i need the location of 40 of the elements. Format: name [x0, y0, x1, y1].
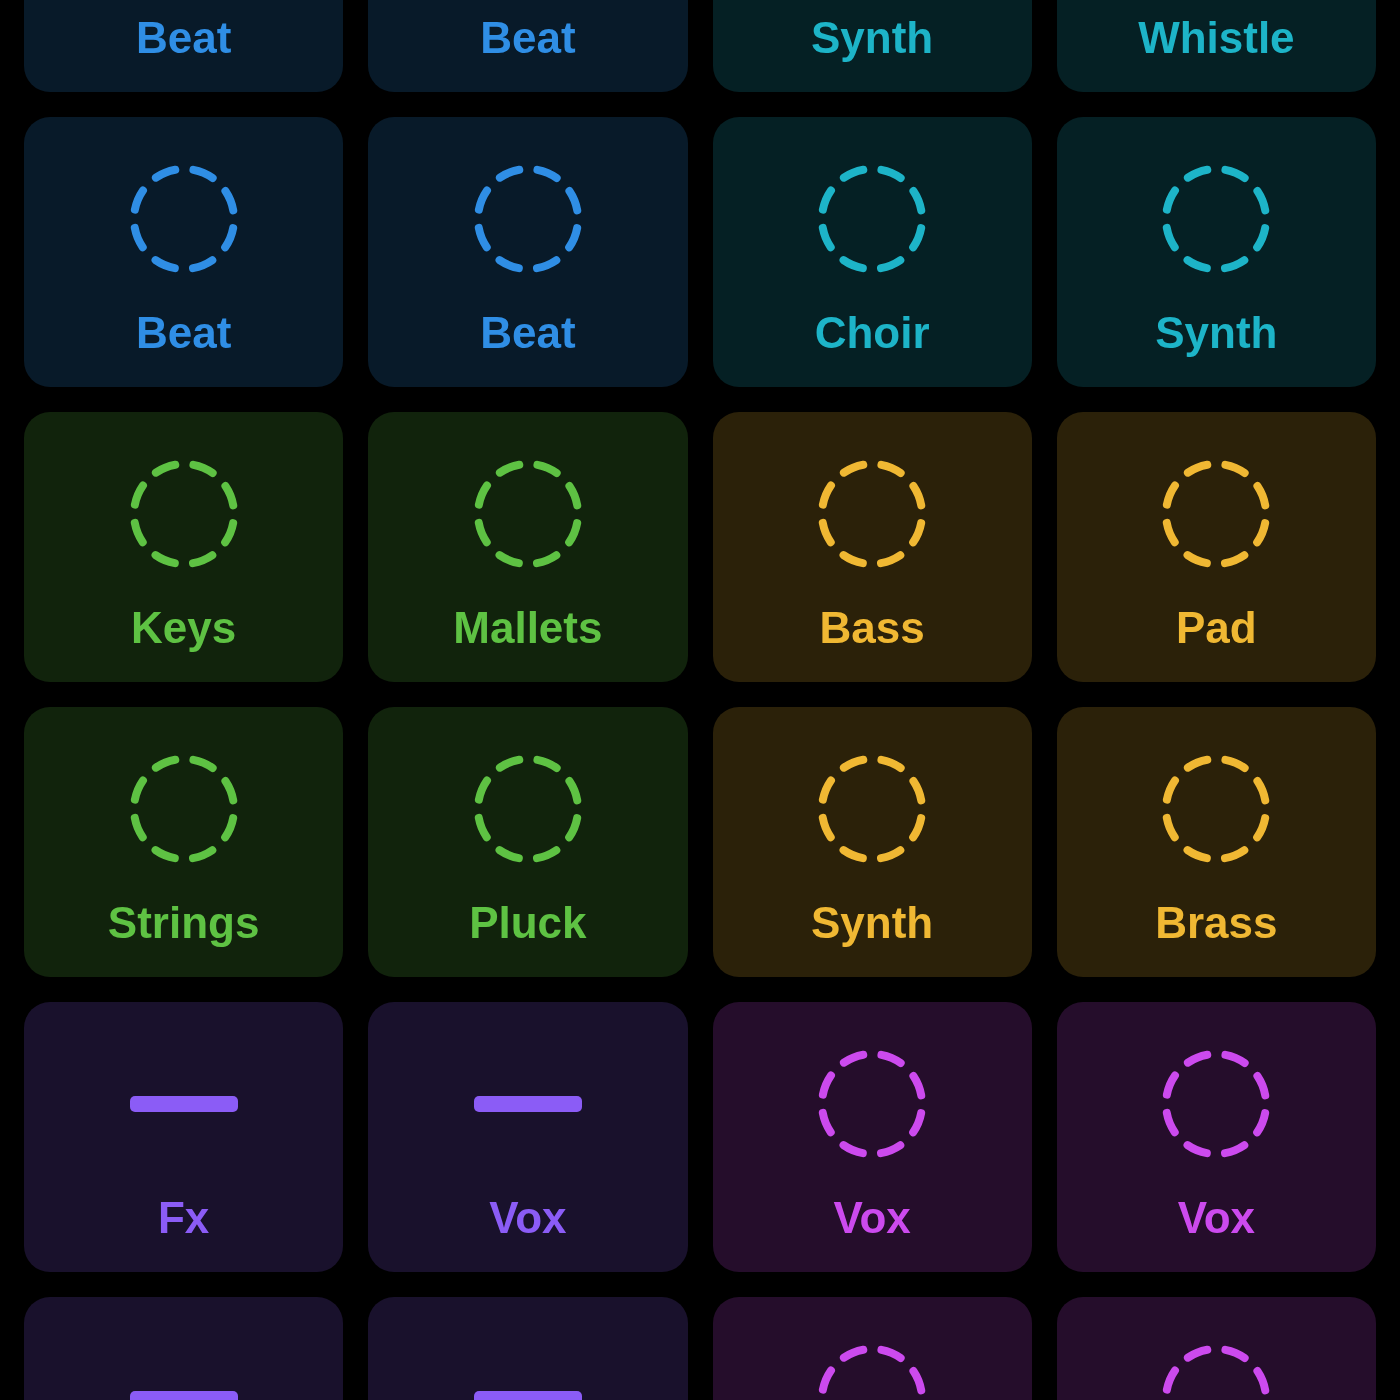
loop-label: Strings — [107, 901, 260, 945]
loop-label: Beat — [480, 311, 576, 355]
loop-cell[interactable]: Pluck — [368, 707, 688, 977]
loop-cell[interactable]: Mallets — [368, 412, 688, 682]
loop-cell[interactable]: Synth — [712, 707, 1032, 977]
loop-label: Choir — [814, 311, 930, 355]
loop-cell[interactable]: Synth — [712, 0, 1032, 92]
loop-cell[interactable]: Pad — [1056, 412, 1376, 682]
loop-cell[interactable]: Beat — [368, 0, 688, 92]
loop-label: Vox — [1177, 1196, 1256, 1240]
loop-cell[interactable]: Strings — [24, 707, 344, 977]
loop-cell[interactable]: Vox — [368, 1002, 688, 1272]
loop-cell[interactable]: Beat — [368, 117, 688, 387]
loop-cell[interactable]: Beat — [24, 0, 344, 92]
loop-label: Fx — [157, 1196, 210, 1240]
loop-label: Bass — [819, 606, 925, 650]
loop-cell[interactable]: Bass — [712, 412, 1032, 682]
loop-label: Synth — [811, 16, 934, 60]
loop-label: Whistle — [1138, 16, 1295, 60]
loop-cell[interactable]: Beat — [24, 117, 344, 387]
loop-cell[interactable]: Synth — [1056, 117, 1376, 387]
loop-cell[interactable]: Fx — [24, 1002, 344, 1272]
loop-label: Pad — [1176, 606, 1257, 650]
loop-cell[interactable]: Vox — [1056, 1002, 1376, 1272]
loop-label: Beat — [135, 311, 232, 355]
loop-cell[interactable]: Whistle — [1056, 0, 1376, 92]
loop-label: Synth — [1155, 311, 1278, 355]
loop-label: Synth — [811, 901, 934, 945]
loop-label: Mallets — [453, 606, 603, 650]
loop-cell[interactable]: Vox — [712, 1002, 1032, 1272]
loop-cell[interactable]: Brass — [1056, 707, 1376, 977]
loop-label: Beat — [135, 16, 232, 60]
loop-label: Keys — [131, 606, 237, 650]
loop-label: Brass — [1155, 901, 1278, 945]
loop-cell[interactable]: Keys — [24, 412, 344, 682]
loop-label: Vox — [833, 1196, 911, 1240]
loop-cell[interactable]: Choir — [712, 117, 1032, 387]
loop-label: Vox — [489, 1196, 567, 1240]
loop-label: Beat — [480, 16, 576, 60]
loop-label: Pluck — [469, 901, 587, 945]
